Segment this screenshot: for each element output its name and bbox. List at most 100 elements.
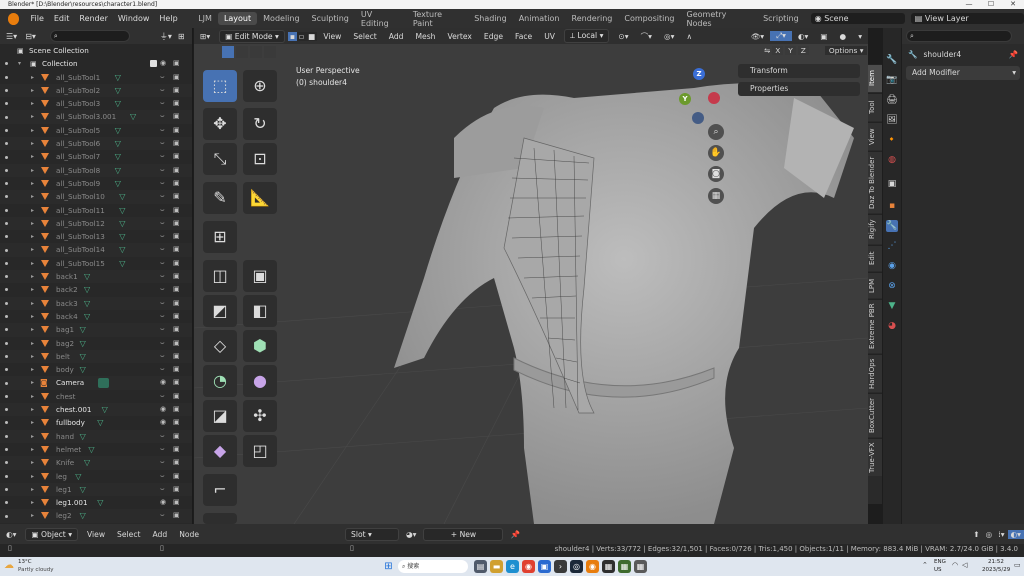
- visibility-dot[interactable]: [5, 514, 8, 518]
- workspace-tab-uv-editing[interactable]: UV Editing: [355, 8, 407, 30]
- eye-closed-icon[interactable]: ⌣: [160, 297, 165, 310]
- eye-closed-icon[interactable]: ⌣: [160, 71, 165, 84]
- expand-arrow-icon[interactable]: ▸: [31, 124, 34, 137]
- menu-uv[interactable]: UV: [538, 32, 561, 41]
- clock-time[interactable]: 21:52: [988, 559, 1004, 565]
- outliner-row[interactable]: ▸ Knife ▽ ⌣ ▣: [0, 456, 192, 470]
- mesh-data-icon[interactable]: ▽: [115, 150, 121, 163]
- add-modifier-button[interactable]: Add Modifier ▾: [906, 66, 1020, 80]
- eye-closed-icon[interactable]: ⌣: [160, 337, 165, 350]
- menu-window[interactable]: Window: [113, 14, 155, 23]
- menu-render[interactable]: Render: [74, 14, 112, 23]
- workspace-tab-geometry-nodes[interactable]: Geometry Nodes: [681, 8, 758, 30]
- mesh-data-icon[interactable]: ▽: [97, 496, 103, 509]
- snap-toggle-icon[interactable]: ⁞▾: [995, 530, 1007, 539]
- camera-render-icon[interactable]: ▣: [173, 124, 180, 137]
- camera-render-icon[interactable]: ▣: [173, 270, 180, 283]
- visibility-dot[interactable]: [5, 408, 8, 412]
- visibility-icon[interactable]: 👁▾: [745, 32, 770, 41]
- close-button[interactable]: ✕: [1002, 0, 1024, 9]
- visibility-dot[interactable]: [5, 368, 8, 372]
- camera-data-icon[interactable]: [98, 378, 109, 389]
- rotate-tool-icon[interactable]: ↻: [243, 108, 277, 140]
- workspace-tab-animation[interactable]: Animation: [513, 12, 566, 25]
- eye-icon[interactable]: ◉: [160, 416, 166, 429]
- expand-arrow-icon[interactable]: ▸: [31, 137, 34, 150]
- camera-render-icon[interactable]: ▣: [173, 164, 180, 177]
- file-explorer-icon[interactable]: ▬: [490, 560, 503, 573]
- inset-tool-icon[interactable]: ▣: [243, 260, 277, 292]
- particles-properties-icon[interactable]: ⋰: [886, 240, 898, 252]
- mesh-data-icon[interactable]: ▽: [119, 190, 125, 203]
- steam-icon[interactable]: ◎: [570, 560, 583, 573]
- camera-render-icon[interactable]: ▣: [173, 496, 180, 509]
- mesh-data-icon[interactable]: ▽: [130, 110, 136, 123]
- expand-arrow-icon[interactable]: ▸: [31, 297, 34, 310]
- transform-panel-header[interactable]: Transform: [738, 64, 860, 78]
- expand-arrow-icon[interactable]: ▸: [31, 456, 34, 469]
- sidebar-tab-lpm[interactable]: LPM: [868, 272, 882, 298]
- outliner-row[interactable]: ▸ belt ▽ ⌣ ▣: [0, 349, 192, 364]
- expand-arrow-icon[interactable]: ▸: [31, 443, 34, 456]
- camera-render-icon[interactable]: ▣: [173, 416, 180, 429]
- workspace-tab-scripting[interactable]: Scripting: [757, 12, 805, 25]
- data-properties-icon[interactable]: ▼: [886, 300, 898, 312]
- mesh-data-icon[interactable]: ▽: [115, 71, 121, 84]
- outliner-row[interactable]: ▸ all_SubTool8 ▽ ⌣ ▣: [0, 163, 192, 177]
- visibility-dot[interactable]: [5, 182, 8, 186]
- camera-render-icon[interactable]: ▣: [173, 84, 180, 97]
- visibility-dot[interactable]: [5, 288, 8, 292]
- render-properties-icon[interactable]: 📷: [886, 74, 898, 86]
- eye-closed-icon[interactable]: ⌣: [160, 177, 165, 190]
- options-dropdown[interactable]: Options ▾: [824, 46, 868, 55]
- eye-closed-icon[interactable]: ⌣: [160, 217, 165, 230]
- workspace-tab-modeling[interactable]: Modeling: [257, 12, 305, 25]
- sidebar-tab-item[interactable]: Item: [868, 64, 882, 92]
- properties-search-input[interactable]: ⌕: [906, 30, 1012, 42]
- eye-closed-icon[interactable]: ⌣: [160, 164, 165, 177]
- camera-render-icon[interactable]: ▣: [173, 297, 180, 310]
- mesh-data-icon[interactable]: ▽: [84, 270, 90, 283]
- outliner-row[interactable]: ▸ leg1.001 ▽ ◉ ▣: [0, 496, 192, 509]
- sidebar-tab-rigify[interactable]: Rigify: [868, 214, 882, 244]
- spin-tool-icon[interactable]: ◔: [203, 365, 237, 397]
- expand-arrow-icon[interactable]: ▸: [31, 496, 34, 509]
- shrink-fatten-tool-icon[interactable]: ✣: [243, 400, 277, 432]
- eye-icon[interactable]: ◉: [160, 496, 166, 509]
- expand-arrow-icon[interactable]: ▸: [31, 416, 34, 429]
- outliner-row[interactable]: ▸ all_SubTool9 ▽ ⌣ ▣: [0, 177, 192, 190]
- camera-render-icon[interactable]: ▣: [173, 57, 180, 70]
- sidebar-tab-hardops[interactable]: HardOps: [868, 354, 882, 392]
- parent-node-tree-icon[interactable]: ⬆: [970, 530, 982, 539]
- output-properties-icon[interactable]: 🖨: [886, 94, 898, 106]
- camera-render-icon[interactable]: ▣: [173, 509, 180, 522]
- camera-render-icon[interactable]: ▣: [173, 310, 180, 323]
- camera-render-icon[interactable]: ▣: [173, 483, 180, 496]
- material-browse-icon[interactable]: ◕▾: [402, 530, 420, 539]
- expand-arrow-icon[interactable]: ▸: [31, 270, 34, 283]
- cursor-tool-icon[interactable]: ⊕: [243, 70, 277, 102]
- camera-render-icon[interactable]: ▣: [173, 257, 180, 270]
- eye-closed-icon[interactable]: ⌣: [160, 483, 165, 496]
- notification-icon[interactable]: ▭: [1014, 561, 1021, 569]
- new-collection-icon[interactable]: ⊞: [178, 32, 185, 41]
- expand-arrow-icon[interactable]: ▸: [31, 230, 34, 243]
- extrude-tool-icon[interactable]: ◫: [203, 260, 237, 292]
- eye-closed-icon[interactable]: ⌣: [160, 470, 165, 483]
- outliner-row[interactable]: ▸ all_SubTool15 ▽ ⌣ ▣: [0, 257, 192, 270]
- mesh-data-icon[interactable]: ▽: [84, 310, 90, 323]
- outliner-row[interactable]: ▸ bag2 ▽ ⌣ ▣: [0, 337, 192, 350]
- eye-closed-icon[interactable]: ⌣: [160, 443, 165, 456]
- outliner-row[interactable]: ▸ hand ▽ ⌣ ▣: [0, 429, 192, 443]
- expand-arrow-icon[interactable]: ▸: [31, 190, 34, 203]
- app-icon-3[interactable]: ▦: [634, 560, 647, 573]
- mesh-data-icon[interactable]: ▽: [115, 124, 121, 137]
- mesh-data-icon[interactable]: ▽: [119, 217, 125, 230]
- expand-arrow-icon[interactable]: ▸: [31, 470, 34, 483]
- editor-type-icon[interactable]: ◐▾: [0, 530, 22, 539]
- visibility-dot[interactable]: [5, 128, 8, 132]
- visibility-dot[interactable]: [5, 354, 8, 358]
- mesh-data-icon[interactable]: ▽: [80, 430, 86, 443]
- mirror-x-button[interactable]: X: [772, 46, 784, 55]
- camera-render-icon[interactable]: ▣: [173, 177, 180, 190]
